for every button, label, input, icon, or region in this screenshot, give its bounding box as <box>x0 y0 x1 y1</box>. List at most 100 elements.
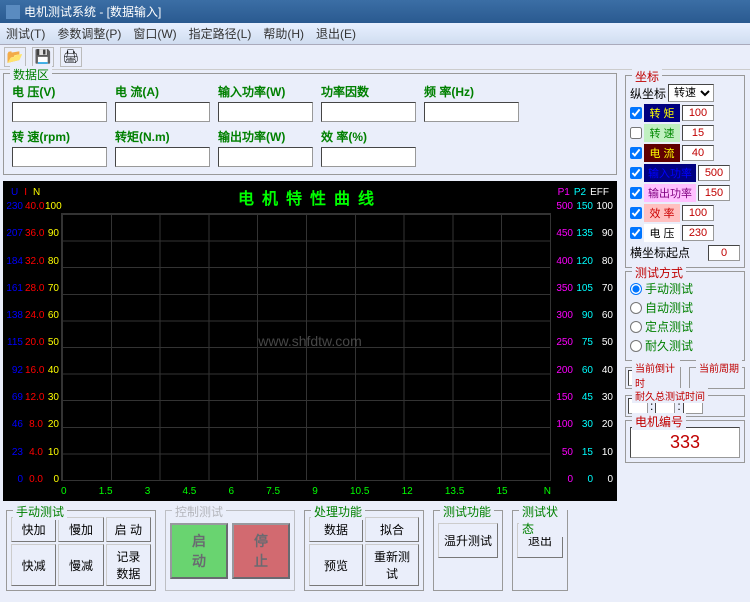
data-area-title: 数据区 <box>10 66 52 83</box>
chart-right-tick: 2507550 <box>555 337 615 348</box>
chart-left-tick: 23040.0100 <box>5 201 59 212</box>
coord-val-0[interactable] <box>682 105 714 121</box>
record-button[interactable]: 记录数据 <box>106 544 151 586</box>
menu-route[interactable]: 指定路径(L) <box>189 25 252 42</box>
testmode-option: 定点测试 <box>630 318 740 335</box>
menubar: 测试(T) 参数调整(P) 窗口(W) 指定路径(L) 帮助(H) 退出(E) <box>0 23 750 45</box>
process-group: 处理功能 数据 拟合 预览 重新测试 <box>304 510 424 591</box>
x-axis-select[interactable]: 转速 <box>668 84 714 102</box>
coord-check-4[interactable] <box>630 187 642 199</box>
coord-label-6: 电 压 <box>644 224 680 242</box>
motorid-group: 电机编号 <box>625 420 745 463</box>
chart-grid <box>61 213 551 481</box>
coord-check-2[interactable] <box>630 147 642 159</box>
coord-row: 电 流 <box>630 144 740 162</box>
cycle-title: 当前周期 <box>696 360 742 375</box>
chart-x-tick: 0 <box>61 486 67 497</box>
current-input[interactable] <box>115 102 210 122</box>
chart-title: 电机特性曲线 <box>7 185 613 209</box>
preview-button[interactable]: 预览 <box>309 544 363 586</box>
chart-right-h3: EFF <box>590 187 609 198</box>
testmode-label-3: 耐久测试 <box>645 337 693 354</box>
chart-right-tick: 35010570 <box>555 283 615 294</box>
chart-left-tick: 11520.050 <box>5 337 59 348</box>
coord-group: 坐标 纵坐标 转速 转 矩 转 速 电 流 输入功率 输出功率 效 率 电 压 … <box>625 75 745 268</box>
coord-check-1[interactable] <box>630 127 642 139</box>
inputpower-input[interactable] <box>218 102 313 122</box>
print-icon[interactable]: 🖨 <box>60 47 82 67</box>
coord-check-5[interactable] <box>630 207 642 219</box>
chart-right-tick: 1003020 <box>555 419 615 430</box>
testmode-radio-3[interactable] <box>630 340 642 352</box>
data-button[interactable]: 数据 <box>309 517 363 542</box>
testmode-radio-1[interactable] <box>630 302 642 314</box>
coord-val-1[interactable] <box>682 125 714 141</box>
slow-add-button[interactable]: 慢加 <box>58 517 103 542</box>
slow-sub-button[interactable]: 慢减 <box>58 544 103 586</box>
teststatus-title: 测试状态 <box>519 503 567 537</box>
chart-left-tick: 468.020 <box>5 419 59 430</box>
testmode-label-0: 手动测试 <box>645 280 693 297</box>
outputpower-label: 输出功率(W) <box>218 128 313 145</box>
chart-x-unit: N <box>544 486 551 497</box>
chart-left-tick: 234.010 <box>5 447 59 458</box>
chart-left-h3: N <box>33 187 40 198</box>
coord-val-4[interactable] <box>698 185 730 201</box>
coord-check-0[interactable] <box>630 107 642 119</box>
menu-test[interactable]: 测试(T) <box>6 25 45 42</box>
testmode-option: 手动测试 <box>630 280 740 297</box>
menu-help[interactable]: 帮助(H) <box>263 25 304 42</box>
motorid-input[interactable] <box>630 427 740 458</box>
menu-window[interactable]: 窗口(W) <box>133 25 176 42</box>
motorid-title: 电机编号 <box>632 413 686 430</box>
coord-val-5[interactable] <box>682 205 714 221</box>
control-start-button[interactable]: 启 动 <box>170 523 228 579</box>
fast-add-button[interactable]: 快加 <box>11 517 56 542</box>
chart-right-tick: 500150100 <box>555 201 615 212</box>
coord-label-1: 转 速 <box>644 124 680 142</box>
coord-check-6[interactable] <box>630 227 642 239</box>
voltage-input[interactable] <box>12 102 107 122</box>
save-icon[interactable]: 💾 <box>32 47 54 67</box>
freq-label: 频 率(Hz) <box>424 83 519 100</box>
speed-input[interactable] <box>12 147 107 167</box>
open-icon[interactable]: 📂 <box>4 47 26 67</box>
fit-button[interactable]: 拟合 <box>365 517 419 542</box>
efficiency-input[interactable] <box>321 147 416 167</box>
retest-button[interactable]: 重新测试 <box>365 544 419 586</box>
torque-input[interactable] <box>115 147 210 167</box>
efficiency-label: 效 率(%) <box>321 128 416 145</box>
powerfactor-input[interactable] <box>321 102 416 122</box>
temprise-button[interactable]: 温升测试 <box>438 523 498 558</box>
teststatus-group: 测试状态 退出 <box>512 510 568 591</box>
chart-x-tick: 3 <box>145 486 151 497</box>
chart-left-h2: I <box>24 187 27 198</box>
voltage-label: 电 压(V) <box>12 83 107 100</box>
control-title: 控制测试 <box>172 503 226 520</box>
app-icon <box>6 5 20 19</box>
coord-check-3[interactable] <box>630 167 642 179</box>
outputpower-input[interactable] <box>218 147 313 167</box>
chart: U I N 电机特性曲线 P1 P2 EFF 23040.010020736.0… <box>3 181 617 501</box>
chart-right-h1: P1 <box>558 187 570 198</box>
chart-right-tick: 45013590 <box>555 228 615 239</box>
coord-row: 转 速 <box>630 124 740 142</box>
x-axis-label: 纵坐标 <box>630 85 666 102</box>
testmode-radio-2[interactable] <box>630 321 642 333</box>
inputpower-label: 输入功率(W) <box>218 83 313 100</box>
coord-val-6[interactable] <box>682 225 714 241</box>
control-stop-button[interactable]: 停 止 <box>232 523 290 579</box>
x-origin-input[interactable] <box>708 245 740 261</box>
testmode-option: 自动测试 <box>630 299 740 316</box>
manual-start-button[interactable]: 启 动 <box>106 517 151 542</box>
coord-label-4: 输出功率 <box>644 184 696 202</box>
testfn-title: 测试功能 <box>440 503 494 520</box>
data-area-group: 数据区 电 压(V) 电 流(A) 输入功率(W) 功率因数 频 率(Hz) 转… <box>3 73 617 175</box>
menu-param[interactable]: 参数调整(P) <box>57 25 121 42</box>
menu-exit[interactable]: 退出(E) <box>316 25 356 42</box>
fast-sub-button[interactable]: 快减 <box>11 544 56 586</box>
testmode-radio-0[interactable] <box>630 283 642 295</box>
freq-input[interactable] <box>424 102 519 122</box>
coord-val-2[interactable] <box>682 145 714 161</box>
coord-val-3[interactable] <box>698 165 730 181</box>
